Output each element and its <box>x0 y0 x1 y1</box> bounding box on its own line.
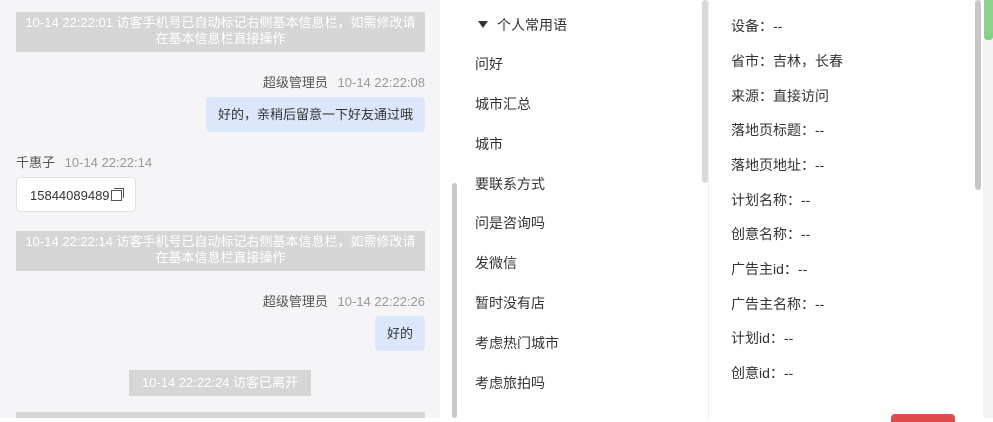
info-value: -- <box>815 296 825 312</box>
visitor-message-bubble: 15844089489 <box>16 177 136 212</box>
info-value: 直接访问 <box>773 88 829 104</box>
phrases-panel: 个人常用语 问好 城市汇总 城市 要联系方式 问是咨询吗 发微信 暂时没有店 考… <box>459 0 709 418</box>
info-row-creative-id: 创意id：-- <box>731 363 793 383</box>
message-time: 10-14 22:22:26 <box>337 294 425 309</box>
message-time: 10-14 22:22:14 <box>64 155 153 170</box>
phrase-group-title: 个人常用语 <box>497 17 567 33</box>
info-row-creative-name: 创意名称：-- <box>731 224 810 244</box>
info-value: -- <box>783 330 794 346</box>
info-scrollbar[interactable] <box>975 0 981 190</box>
edge-tab[interactable] <box>984 0 993 40</box>
info-value: 吉林，长春 <box>773 53 843 69</box>
sender-name: 超级管理员 <box>262 294 328 309</box>
info-row-plan-id: 计划id：-- <box>731 328 793 348</box>
phrase-group-header[interactable]: 个人常用语 <box>478 14 567 36</box>
phrase-item[interactable]: 考虑热门城市 <box>475 333 559 353</box>
info-value: -- <box>815 157 825 173</box>
phone-number-text: 15844089489 <box>30 188 110 203</box>
info-label: 创意id： <box>731 365 784 381</box>
sender-name: 千惠子 <box>16 155 56 170</box>
copy-icon[interactable] <box>110 188 124 201</box>
info-label: 落地页标题： <box>731 122 815 138</box>
info-label: 广告主名称： <box>731 296 815 312</box>
message-time: 10-14 22:22:08 <box>337 75 425 90</box>
system-notice: 10-14 22:22:01 访客手机号已自动标记右侧基本信息栏，如需修改请在基… <box>16 12 425 52</box>
agent-message-bubble: 好的，亲稍后留意一下好友通过哦 <box>205 97 425 132</box>
info-value: -- <box>801 192 811 208</box>
info-row-device: 设备：-- <box>731 16 782 36</box>
info-value: -- <box>797 261 808 277</box>
system-notice: 10-14 22:22:24 访客已离开 <box>129 370 311 396</box>
info-value: -- <box>815 122 825 138</box>
info-value: -- <box>773 18 783 34</box>
phrase-item[interactable]: 考虑旅拍吗 <box>475 373 545 393</box>
chat-panel: 10-14 22:22:01 访客手机号已自动标记右侧基本信息栏，如需修改请在基… <box>0 0 440 418</box>
info-row-landing-url: 落地页地址：-- <box>731 155 824 175</box>
phrase-item[interactable]: 问好 <box>475 54 503 74</box>
info-row-advertiser-id: 广告主id：-- <box>731 259 807 279</box>
info-label: 广告主id： <box>731 261 798 277</box>
window-edge <box>983 40 993 418</box>
info-row-advertiser-name: 广告主名称：-- <box>731 294 824 314</box>
phrase-item[interactable]: 城市汇总 <box>475 94 531 114</box>
info-row-plan-name: 计划名称：-- <box>731 190 810 210</box>
info-label: 省市： <box>731 53 773 69</box>
agent-message-bubble: 好的 <box>374 316 425 351</box>
action-button-partial[interactable] <box>891 414 955 422</box>
info-label: 设备： <box>731 18 773 34</box>
caret-down-icon[interactable] <box>478 21 488 28</box>
phrase-item[interactable]: 暂时没有店 <box>475 293 545 313</box>
phrase-item[interactable]: 城市 <box>475 134 503 154</box>
message-meta: 超级管理员 10-14 22:22:26 <box>263 291 425 310</box>
visitor-info-panel: 设备：-- 省市：吉林，长春 来源：直接访问 落地页标题：-- 落地页地址：--… <box>709 0 993 418</box>
system-notice-partial <box>16 412 425 418</box>
info-row-region: 省市：吉林，长春 <box>731 51 843 71</box>
phrase-item[interactable]: 要联系方式 <box>475 174 545 194</box>
message-meta: 超级管理员 10-14 22:22:08 <box>263 72 425 91</box>
phrase-item[interactable]: 发微信 <box>475 253 517 273</box>
info-label: 落地页地址： <box>731 157 815 173</box>
info-value: -- <box>801 226 811 242</box>
sender-name: 超级管理员 <box>262 75 328 90</box>
info-label: 来源： <box>731 88 773 104</box>
info-value: -- <box>783 365 794 381</box>
info-label: 计划id： <box>731 330 784 346</box>
message-meta: 千惠子 10-14 22:22:14 <box>16 152 152 171</box>
chat-scrollbar[interactable] <box>452 183 457 418</box>
info-row-landing-title: 落地页标题：-- <box>731 120 824 140</box>
phrase-item[interactable]: 问是咨询吗 <box>475 213 545 233</box>
info-label: 创意名称： <box>731 226 801 242</box>
system-notice: 10-14 22:22:14 访客手机号已自动标记右侧基本信息栏，如需修改请在基… <box>16 231 425 271</box>
info-row-source: 来源：直接访问 <box>731 86 829 106</box>
info-label: 计划名称： <box>731 192 801 208</box>
